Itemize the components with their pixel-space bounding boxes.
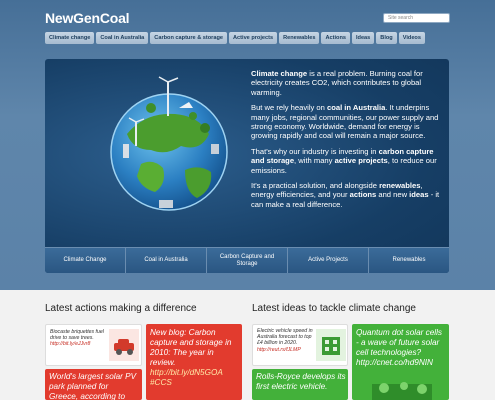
site-logo[interactable]: NewGenCoal	[45, 10, 130, 26]
action-card-blog[interactable]: New blog: Carbon capture and storage in …	[146, 324, 242, 400]
card-body: New blog: Carbon capture and storage in …	[150, 328, 232, 367]
nav-tab-carbon-capture[interactable]: Carbon capture & storage	[150, 32, 227, 44]
nav-tab-actions[interactable]: Actions	[321, 32, 350, 44]
solar-panel-icon	[372, 382, 432, 400]
search-input[interactable]: Site search	[383, 13, 450, 23]
actions-heading: Latest actions making a difference	[45, 303, 197, 314]
nav-tab-climate-change[interactable]: Climate change	[45, 32, 95, 44]
hero-text-span: But we rely heavily on	[251, 103, 327, 113]
card-hashtag[interactable]: #CCS	[150, 378, 172, 387]
idea-card-quantum-dot[interactable]: Quantum dot solar cells - a wave of futu…	[352, 324, 449, 400]
globe-illustration	[110, 76, 228, 211]
nav-tab-coal-in-australia[interactable]: Coal in Australia	[96, 32, 149, 44]
action-card-solar-park[interactable]: World's largest solar PV park planned fo…	[45, 369, 142, 400]
hero-panel: Climate change is a real problem. Burnin…	[45, 59, 449, 273]
building-icon	[316, 329, 346, 361]
hero-paragraph-4: It's a practical solution, and alongside…	[251, 181, 443, 209]
card-text: Rolls-Royce develops its first electric …	[256, 372, 346, 391]
link-renewables[interactable]: renewables	[379, 181, 420, 190]
hero-tab-climate-change[interactable]: Climate Change	[45, 248, 126, 273]
card-body: Quantum dot solar cells - a wave of futu…	[356, 328, 443, 357]
hero-text-span: That's why our industry is investing in	[251, 146, 379, 156]
card-text: Quantum dot solar cells - a wave of futu…	[356, 328, 446, 368]
card-link[interactable]: http://reut.rs/fJLMP	[257, 347, 301, 353]
card-link[interactable]: http://cnet.co/hd9NIN	[356, 358, 433, 367]
action-card-briquettes[interactable]: Biocaste briquettes fuel drive to save t…	[45, 324, 142, 366]
hero-paragraph-2: But we rely heavily on coal in Australia…	[251, 103, 443, 141]
ideas-heading: Latest ideas to tackle climate change	[252, 303, 416, 314]
link-coal-in-australia[interactable]: coal in Australia	[327, 103, 385, 112]
card-text: World's largest solar PV park planned fo…	[49, 372, 137, 400]
nav-tab-blog[interactable]: Blog	[376, 32, 397, 44]
card-body: Electric vehicle speed in Australia fore…	[257, 328, 313, 347]
hero-intro-text: Climate change is a real problem. Burnin…	[251, 69, 443, 215]
hero-tab-renewables[interactable]: Renewables	[369, 248, 449, 273]
hero-text-span: , with many	[294, 156, 335, 166]
hero-text-span: and new	[376, 190, 410, 200]
card-text: New blog: Carbon capture and storage in …	[150, 328, 238, 388]
hero-paragraph-1: Climate change is a real problem. Burnin…	[251, 69, 443, 97]
nav-tab-active-projects[interactable]: Active projects	[229, 32, 278, 44]
hero-text-span: It's a practical solution, and alongside	[251, 181, 380, 191]
link-climate-change[interactable]: Climate change	[251, 69, 307, 78]
idea-card-electric-vehicle[interactable]: Electric vehicle speed in Australia fore…	[252, 324, 348, 366]
link-ideas[interactable]: ideas	[409, 190, 428, 199]
idea-card-rolls-royce[interactable]: Rolls-Royce develops its first electric …	[252, 369, 348, 400]
nav-tab-videos[interactable]: Videos	[398, 32, 425, 44]
hero-tab-active-projects[interactable]: Active Projects	[288, 248, 369, 273]
hero-tab-bar: Climate Change Coal in Australia Carbon …	[45, 247, 449, 273]
card-body: Biocaste briquettes fuel drive to save t…	[50, 329, 104, 342]
card-text: Electric vehicle speed in Australia fore…	[257, 328, 315, 353]
hero-paragraph-3: That's why our industry is investing in …	[251, 147, 443, 175]
hero-tab-carbon-capture[interactable]: Carbon Capture and Storage	[207, 248, 288, 273]
main-nav: Climate change Coal in Australia Carbon …	[45, 32, 425, 44]
hero-tab-coal-in-australia[interactable]: Coal in Australia	[126, 248, 207, 273]
card-link[interactable]: http://bit.ly/dN5GOA	[150, 368, 223, 377]
car-icon	[109, 329, 139, 361]
nav-tab-renewables[interactable]: Renewables	[279, 32, 320, 44]
nav-tab-ideas[interactable]: Ideas	[351, 32, 375, 44]
link-actions[interactable]: actions	[350, 190, 377, 199]
card-text: Biocaste briquettes fuel drive to save t…	[50, 329, 106, 348]
card-link[interactable]: http://bit.ly/eJJvr8	[50, 341, 90, 347]
link-active-projects[interactable]: active projects	[335, 156, 388, 165]
